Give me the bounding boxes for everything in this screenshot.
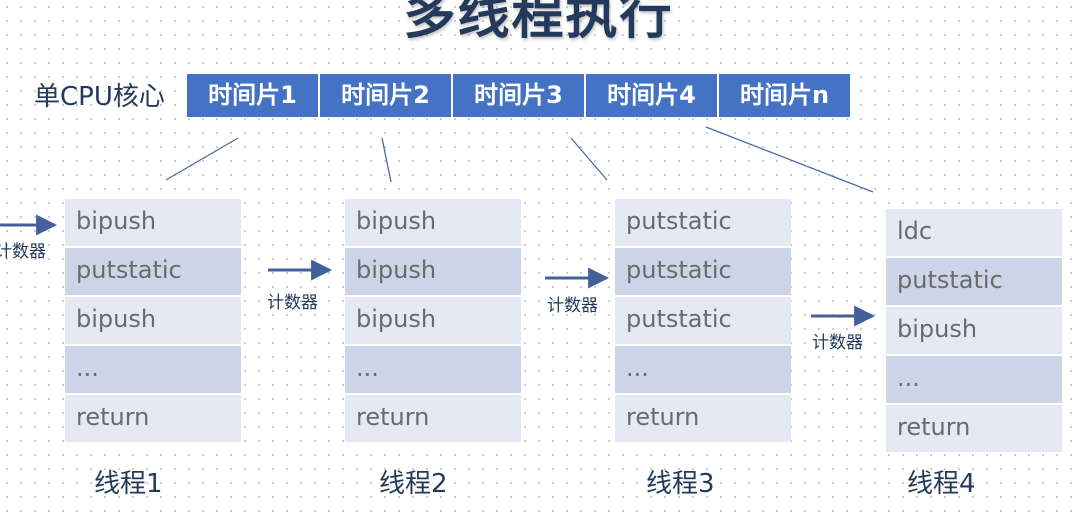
time-slice-4: 时间片4 [586, 74, 717, 117]
instruction-row: bipush [65, 199, 241, 246]
time-slice-1: 时间片1 [187, 74, 318, 117]
instruction-row: ... [886, 356, 1062, 403]
thread-2-label: 线程2 [379, 469, 448, 499]
instruction-row: bipush [345, 297, 521, 344]
thread-4-label: 线程4 [907, 469, 976, 499]
counter-label-thread-2: 计数器 [267, 293, 318, 313]
thread-1-label: 线程1 [94, 469, 163, 499]
slice-link-thread-1 [165, 137, 239, 181]
slice-link-thread-4 [705, 126, 874, 193]
thread-3-label: 线程3 [646, 469, 715, 499]
time-slice-bar: 时间片1 时间片2 时间片3 时间片4 时间片n [187, 74, 852, 117]
cpu-core-label: 单CPU核心 [34, 82, 165, 112]
instruction-row: bipush [65, 297, 241, 344]
slice-link-thread-3 [570, 137, 608, 181]
instruction-row: putstatic [886, 258, 1062, 305]
instruction-row: ... [615, 346, 791, 393]
counter-label-thread-3: 计数器 [547, 296, 598, 316]
instruction-row: ... [65, 346, 241, 393]
counter-label-thread-4: 计数器 [812, 333, 863, 353]
instruction-row: putstatic [65, 248, 241, 295]
instruction-row: bipush [345, 199, 521, 246]
instruction-row: bipush [886, 307, 1062, 354]
instruction-row: putstatic [615, 248, 791, 295]
time-slice-2: 时间片2 [320, 74, 451, 117]
instruction-row: return [65, 395, 241, 442]
instruction-row: return [615, 395, 791, 442]
thread-3-instructions: putstatic putstatic putstatic ... return [615, 199, 791, 444]
slice-link-thread-2 [381, 137, 392, 183]
time-slice-3: 时间片3 [453, 74, 584, 117]
diagram-title: 多线程执行 [403, 0, 674, 46]
thread-4-instructions: ldc putstatic bipush ... return [886, 209, 1062, 454]
instruction-row: putstatic [615, 297, 791, 344]
thread-1-instructions: bipush putstatic bipush ... return [65, 199, 241, 444]
instruction-row: bipush [345, 248, 521, 295]
thread-2-instructions: bipush bipush bipush ... return [345, 199, 521, 444]
instruction-row: return [886, 405, 1062, 452]
instruction-row: ... [345, 346, 521, 393]
time-slice-n: 时间片n [719, 74, 850, 117]
instruction-row: return [345, 395, 521, 442]
instruction-row: putstatic [615, 199, 791, 246]
instruction-row: ldc [886, 209, 1062, 256]
counter-label-thread-1: 计数器 [0, 242, 46, 262]
